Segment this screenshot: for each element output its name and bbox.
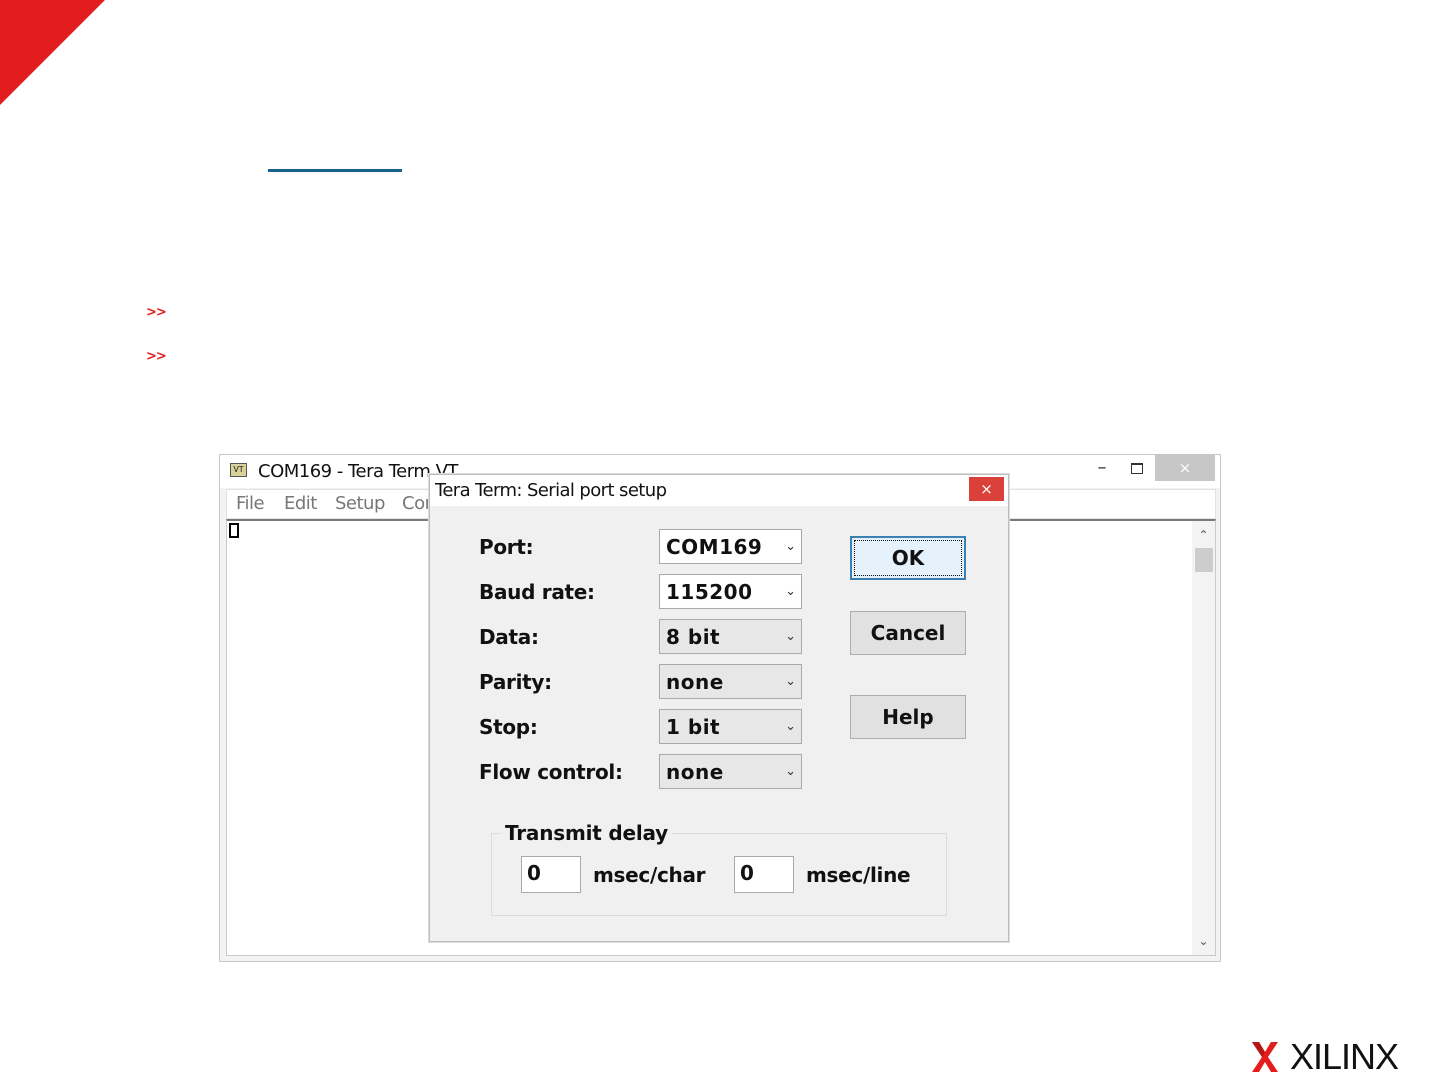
title-underline [268, 169, 402, 172]
baud-rate-select[interactable]: 115200 ⌄ [659, 574, 802, 609]
chevron-down-icon: ⌄ [785, 719, 796, 734]
xilinx-wordmark: XILINX [1290, 1036, 1399, 1077]
window-close-button[interactable]: × [1155, 455, 1215, 481]
minimize-button[interactable]: – [1086, 457, 1118, 483]
terminal-cursor [229, 523, 239, 538]
chevron-down-icon: ⌄ [785, 629, 796, 644]
msec-line-unit: msec/line [806, 863, 911, 887]
chevron-down-icon: ⌄ [785, 674, 796, 689]
menu-file[interactable]: File [236, 493, 265, 514]
dialog-titlebar[interactable]: Tera Term: Serial port setup × [430, 475, 1008, 506]
focus-rectangle [854, 540, 962, 576]
flow-control-select[interactable]: none ⌄ [659, 754, 802, 789]
scroll-down-icon[interactable]: ⌄ [1192, 930, 1215, 952]
menu-setup[interactable]: Setup [335, 493, 385, 514]
flow-control-label: Flow control: [479, 760, 623, 784]
xilinx-logo-icon [1252, 1042, 1278, 1072]
chevron-down-icon: ⌄ [785, 584, 796, 599]
stop-label: Stop: [479, 715, 538, 739]
chevron-down-icon: ⌄ [785, 764, 796, 779]
msec-char-input[interactable]: 0 [521, 856, 581, 893]
baud-rate-label: Baud rate: [479, 580, 595, 604]
dialog-close-button[interactable]: × [969, 477, 1004, 501]
data-label: Data: [479, 625, 539, 649]
maximize-icon [1131, 463, 1143, 474]
scroll-up-icon[interactable]: ⌃ [1192, 524, 1215, 546]
data-bits-value: 8 bit [666, 625, 721, 649]
serial-port-setup-dialog: Tera Term: Serial port setup × Port: COM… [429, 474, 1009, 942]
msec-line-input[interactable]: 0 [734, 856, 794, 893]
ok-button[interactable]: OK [850, 536, 966, 580]
parity-select[interactable]: none ⌄ [659, 664, 802, 699]
corner-accent [0, 0, 105, 105]
data-bits-select[interactable]: 8 bit ⌄ [659, 619, 802, 654]
stop-bits-value: 1 bit [666, 715, 721, 739]
flow-control-value: none [666, 760, 724, 784]
help-button[interactable]: Help [850, 695, 966, 739]
port-value: COM169 [666, 535, 763, 559]
port-label: Port: [479, 535, 534, 559]
dialog-title: Tera Term: Serial port setup [435, 480, 667, 501]
stop-bits-select[interactable]: 1 bit ⌄ [659, 709, 802, 744]
msec-char-unit: msec/char [593, 863, 706, 887]
window-title: COM169 - Tera Term VT [258, 461, 458, 482]
maximize-button[interactable] [1120, 458, 1154, 484]
parity-value: none [666, 670, 724, 694]
bullet-marker: >> [146, 349, 167, 364]
bullet-marker: >> [146, 305, 167, 320]
vertical-scrollbar[interactable]: ⌃ ⌄ [1192, 521, 1215, 955]
parity-label: Parity: [479, 670, 552, 694]
baud-rate-value: 115200 [666, 580, 753, 604]
transmit-delay-label: Transmit delay [501, 821, 673, 845]
menu-edit[interactable]: Edit [284, 493, 317, 514]
chevron-down-icon: ⌄ [785, 539, 796, 554]
cancel-button[interactable]: Cancel [850, 611, 966, 655]
scroll-thumb[interactable] [1195, 548, 1213, 572]
teraterm-app-icon: VT [230, 463, 247, 477]
port-select[interactable]: COM169 ⌄ [659, 529, 802, 564]
